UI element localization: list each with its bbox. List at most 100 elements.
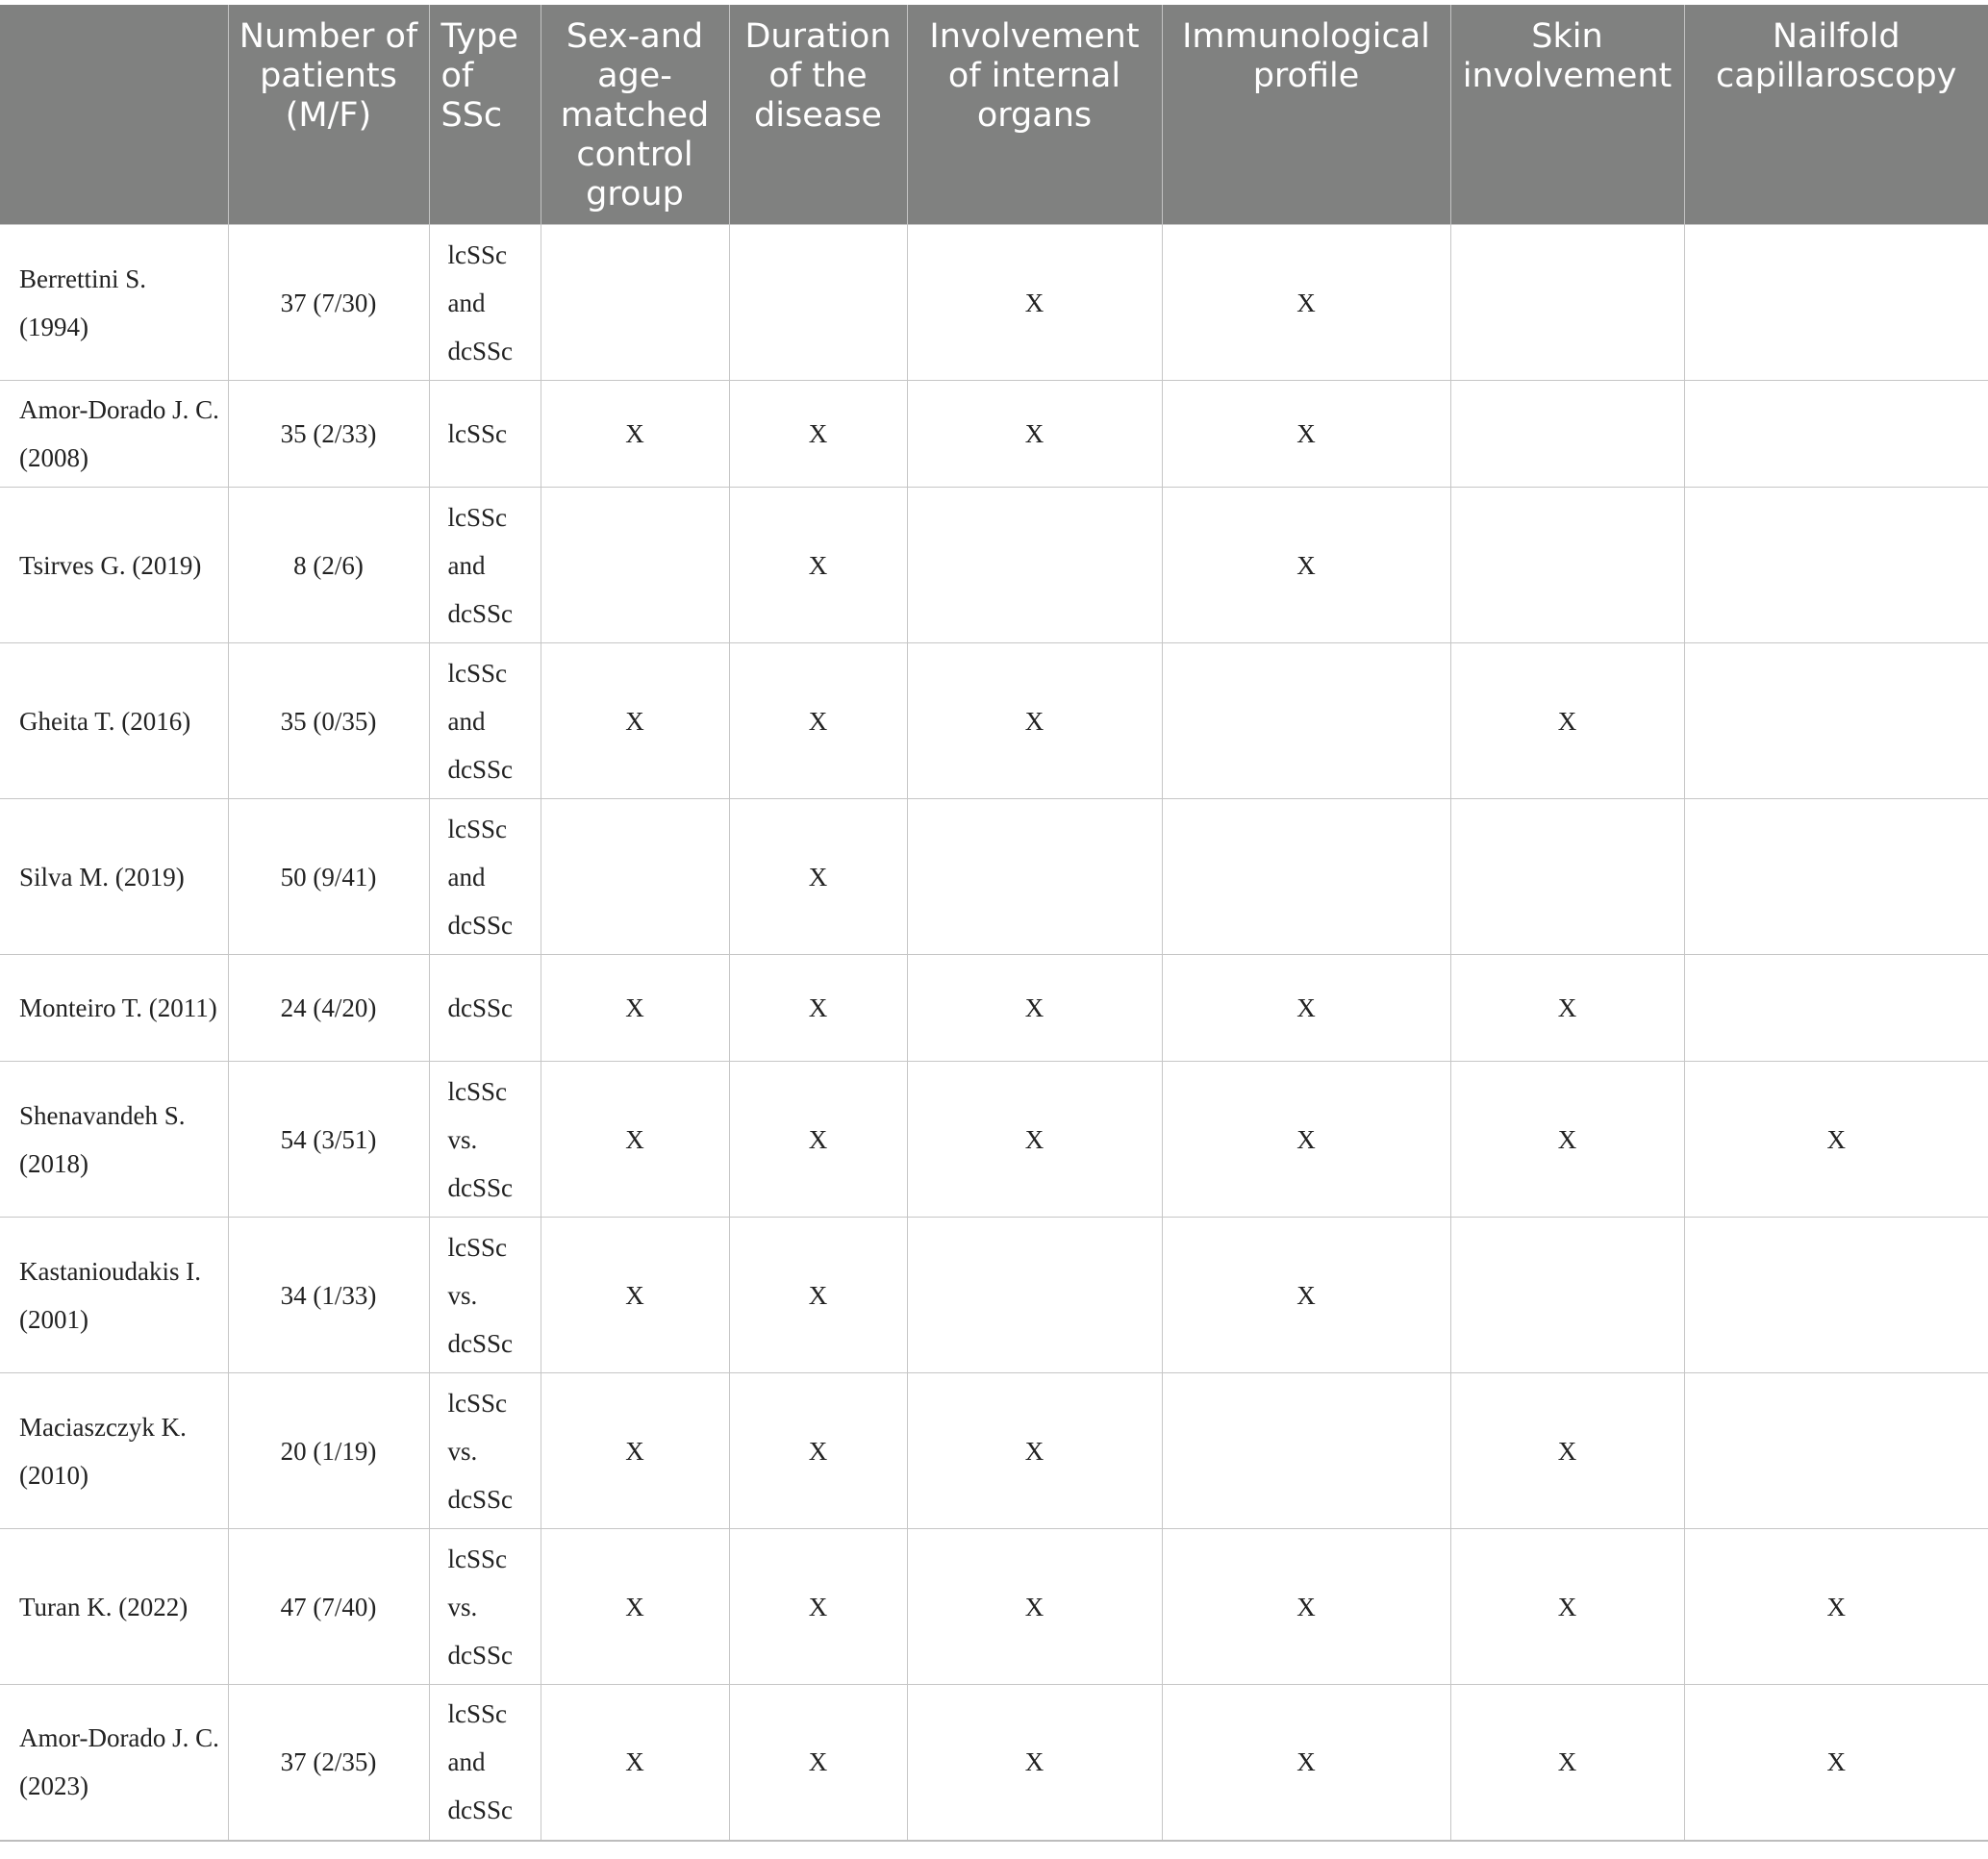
control-group-cell: [540, 798, 730, 955]
patients-cell: 34 (1/33): [227, 1217, 430, 1373]
control-group-cell: X: [540, 1684, 730, 1842]
header-row: Number of patients (M/F) Type of SSc Sex…: [0, 5, 1988, 225]
header-type-of-ssc: Type of SSc: [428, 5, 541, 225]
study-cell: Turan K. (2022): [0, 1528, 229, 1685]
immunological-cell: X: [1161, 487, 1451, 643]
header-control-group: Sex-and age-matched control group: [540, 5, 729, 225]
table-row: Amor-Dorado J. C. (2023) 37 (2/35) lcSSc a…: [0, 1684, 1988, 1842]
table-row: Silva M. (2019) 50 (9/41) lcSSc and dcSSc X: [0, 798, 1988, 955]
study-cell: Gheita T. (2016): [0, 642, 229, 799]
type-cell: lcSSc and dcSSc: [428, 487, 541, 643]
study-cell: Silva M. (2019): [0, 798, 229, 955]
header-immunological-profile: Immunological profile: [1161, 5, 1450, 225]
patients-cell: 24 (4/20): [227, 954, 430, 1062]
immunological-cell: X: [1161, 1684, 1451, 1842]
duration-cell: X: [728, 954, 908, 1062]
patients-cell: 37 (7/30): [227, 224, 430, 381]
skin-cell: [1449, 224, 1685, 381]
table-row: Gheita T. (2016) 35 (0/35) lcSSc and dcSSc…: [0, 642, 1988, 799]
duration-cell: X: [728, 1217, 908, 1373]
table-row: Tsirves G. (2019) 8 (2/6) lcSSc and dcSSc X…: [0, 487, 1988, 643]
skin-cell: [1449, 487, 1685, 643]
header-study: [0, 5, 228, 225]
table-body: Berrettini S. (1994) 37 (7/30) lcSSc and d…: [0, 224, 1988, 1842]
study-cell: Maciaszczyk K. (2010): [0, 1372, 229, 1529]
type-cell: lcSSc and dcSSc: [428, 1684, 541, 1842]
type-cell: dcSSc: [428, 954, 541, 1062]
internal-organs-cell: X: [906, 954, 1163, 1062]
type-cell: lcSSc and dcSSc: [428, 642, 541, 799]
skin-cell: X: [1449, 1372, 1685, 1529]
table-row: Monteiro T. (2011) 24 (4/20) dcSSc X X X X X: [0, 954, 1988, 1062]
control-group-cell: [540, 487, 730, 643]
internal-organs-cell: X: [906, 1372, 1163, 1529]
studies-table-container: Number of patients (M/F) Type of SSc Sex…: [0, 5, 1988, 1842]
nailfold-cell: [1683, 798, 1988, 955]
duration-cell: X: [728, 487, 908, 643]
duration-cell: X: [728, 1684, 908, 1842]
internal-organs-cell: X: [906, 224, 1163, 381]
nailfold-cell: [1683, 642, 1988, 799]
duration-cell: X: [728, 642, 908, 799]
type-cell: lcSSc vs. dcSSc: [428, 1061, 541, 1218]
header-number-of-patients: Number of patients (M/F): [227, 5, 429, 225]
nailfold-cell: X: [1683, 1684, 1988, 1842]
immunological-cell: [1161, 798, 1451, 955]
type-cell: lcSSc and dcSSc: [428, 798, 541, 955]
immunological-cell: X: [1161, 1528, 1451, 1685]
internal-organs-cell: X: [906, 1528, 1163, 1685]
table-row: Berrettini S. (1994) 37 (7/30) lcSSc and d…: [0, 224, 1988, 381]
immunological-cell: X: [1161, 954, 1451, 1062]
type-cell: lcSSc: [428, 380, 541, 488]
skin-cell: [1449, 1217, 1685, 1373]
study-cell: Shenavandeh S. (2018): [0, 1061, 229, 1218]
immunological-cell: [1161, 1372, 1451, 1529]
skin-cell: X: [1449, 1684, 1685, 1842]
study-cell: Berrettini S. (1994): [0, 224, 229, 381]
table-row: Amor-Dorado J. C. (2008) 35 (2/33) lcSSc X X…: [0, 380, 1988, 488]
duration-cell: X: [728, 1528, 908, 1685]
nailfold-cell: X: [1683, 1528, 1988, 1685]
internal-organs-cell: X: [906, 1061, 1163, 1218]
control-group-cell: X: [540, 642, 730, 799]
table-row: Turan K. (2022) 47 (7/40) lcSSc vs. dcSSc X…: [0, 1528, 1988, 1685]
header-nailfold-capillaroscopy: Nailfold capillaroscopy: [1683, 5, 1988, 225]
nailfold-cell: [1683, 1217, 1988, 1373]
immunological-cell: X: [1161, 1061, 1451, 1218]
duration-cell: X: [728, 798, 908, 955]
study-cell: Monteiro T. (2011): [0, 954, 229, 1062]
studies-table: Number of patients (M/F) Type of SSc Sex…: [0, 5, 1988, 1842]
immunological-cell: X: [1161, 1217, 1451, 1373]
patients-cell: 54 (3/51): [227, 1061, 430, 1218]
skin-cell: X: [1449, 642, 1685, 799]
patients-cell: 37 (2/35): [227, 1684, 430, 1842]
skin-cell: [1449, 380, 1685, 488]
header-internal-organs: Involvement of internal organs: [906, 5, 1162, 225]
study-cell: Kastanioudakis I. (2001): [0, 1217, 229, 1373]
duration-cell: X: [728, 380, 908, 488]
nailfold-cell: [1683, 1372, 1988, 1529]
nailfold-cell: [1683, 380, 1988, 488]
control-group-cell: X: [540, 1372, 730, 1529]
type-cell: lcSSc and dcSSc: [428, 224, 541, 381]
skin-cell: X: [1449, 954, 1685, 1062]
study-cell: Amor-Dorado J. C. (2023): [0, 1684, 229, 1842]
study-cell: Tsirves G. (2019): [0, 487, 229, 643]
type-cell: lcSSc vs. dcSSc: [428, 1217, 541, 1373]
nailfold-cell: [1683, 224, 1988, 381]
skin-cell: [1449, 798, 1685, 955]
patients-cell: 50 (9/41): [227, 798, 430, 955]
header-skin-involvement: Skin involvement: [1449, 5, 1684, 225]
header-duration: Duration of the disease: [728, 5, 907, 225]
duration-cell: [728, 224, 908, 381]
internal-organs-cell: [906, 487, 1163, 643]
type-cell: lcSSc vs. dcSSc: [428, 1372, 541, 1529]
control-group-cell: [540, 224, 730, 381]
skin-cell: X: [1449, 1528, 1685, 1685]
study-cell: Amor-Dorado J. C. (2008): [0, 380, 229, 488]
type-cell: lcSSc vs. dcSSc: [428, 1528, 541, 1685]
table-row: Maciaszczyk K. (2010) 20 (1/19) lcSSc vs. …: [0, 1372, 1988, 1529]
duration-cell: X: [728, 1372, 908, 1529]
skin-cell: X: [1449, 1061, 1685, 1218]
internal-organs-cell: X: [906, 1684, 1163, 1842]
